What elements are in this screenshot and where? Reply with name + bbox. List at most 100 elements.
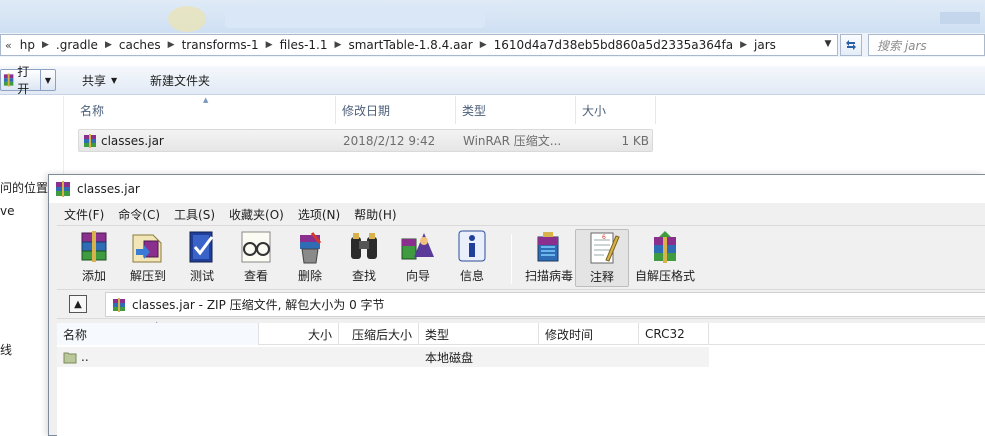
new-folder-label: 新建文件夹 bbox=[150, 73, 211, 88]
breadcrumb-jars[interactable]: jars bbox=[750, 38, 780, 52]
menu-options[interactable]: 选项(N) bbox=[291, 206, 347, 223]
overflow-chevron-icon[interactable]: « bbox=[3, 39, 16, 52]
column-header-crc32[interactable]: CRC32 bbox=[639, 323, 709, 345]
winrar-title-bar[interactable]: classes.jar bbox=[49, 175, 985, 203]
share-label: 共享 bbox=[82, 73, 107, 88]
test-label: 测试 bbox=[189, 269, 214, 283]
delete-icon bbox=[300, 232, 322, 264]
file-list-header: 名称 修改日期 类型 大小 bbox=[64, 96, 664, 124]
open-button[interactable]: 打开 ▼ bbox=[0, 65, 56, 96]
share-button[interactable]: 共享 ▼ bbox=[82, 69, 117, 91]
column-header-type[interactable]: 类型 bbox=[456, 96, 576, 124]
breadcrumb-separator-icon[interactable]: ▶ bbox=[737, 40, 750, 50]
add-archive-icon bbox=[81, 231, 107, 262]
svg-text:6: 6 bbox=[602, 234, 606, 241]
extract-to-button[interactable]: 解压到 bbox=[121, 229, 175, 287]
up-folder-button[interactable]: ▲ bbox=[69, 295, 87, 313]
wizard-button[interactable]: 向导 bbox=[391, 229, 445, 287]
sfx-icon bbox=[654, 231, 676, 263]
comment-button[interactable]: 6 注释 bbox=[575, 229, 629, 287]
breadcrumb-caches[interactable]: caches bbox=[115, 38, 165, 52]
menu-favorites[interactable]: 收藏夹(O) bbox=[222, 206, 291, 223]
breadcrumb-files[interactable]: files-1.1 bbox=[276, 38, 332, 52]
breadcrumb-transforms[interactable]: transforms-1 bbox=[178, 38, 263, 52]
menu-bar: 文件(F) 命令(C) 工具(S) 收藏夹(O) 选项(N) 帮助(H) bbox=[57, 204, 985, 225]
row-name: .. bbox=[81, 350, 89, 364]
nav-item-network[interactable]: 线 bbox=[0, 341, 12, 358]
wizard-icon bbox=[401, 233, 434, 260]
delete-label: 删除 bbox=[297, 269, 322, 283]
test-button[interactable]: 测试 bbox=[175, 229, 229, 287]
glasses-icon bbox=[241, 231, 271, 263]
add-button[interactable]: 添加 bbox=[67, 229, 121, 287]
address-bar[interactable]: « hp ▶ .gradle ▶ caches ▶ transforms-1 ▶… bbox=[0, 34, 838, 56]
find-button[interactable]: 查找 bbox=[337, 229, 391, 287]
file-size: 1 KB bbox=[621, 133, 649, 148]
sfx-button[interactable]: 自解压格式 bbox=[633, 229, 697, 287]
scan-virus-button[interactable]: 扫描病毒 bbox=[517, 229, 581, 287]
refresh-button[interactable] bbox=[840, 34, 862, 56]
winrar-icon bbox=[56, 181, 70, 197]
info-label: 信息 bbox=[459, 269, 484, 283]
breadcrumb-separator-icon[interactable]: ▶ bbox=[165, 40, 178, 50]
delete-button[interactable]: 删除 bbox=[283, 229, 337, 287]
column-header-type[interactable]: 类型 bbox=[419, 323, 539, 345]
breadcrumb-separator-icon[interactable]: ▶ bbox=[332, 40, 345, 50]
menu-tools[interactable]: 工具(S) bbox=[167, 206, 222, 223]
row-type: 本地磁盘 bbox=[425, 350, 474, 365]
archive-file-list: ▲ 名称 大小 压缩后大小 类型 修改时间 CRC32 .. 本地磁盘 bbox=[57, 320, 985, 436]
info-button[interactable]: 信息 bbox=[445, 229, 499, 287]
breadcrumb-separator-icon[interactable]: ▶ bbox=[263, 40, 276, 50]
binoculars-icon bbox=[351, 233, 377, 259]
breadcrumb-separator-icon[interactable]: ▶ bbox=[39, 40, 52, 50]
path-bar: ▲ classes.jar - ZIP 压缩文件, 解包大小为 0 字节 bbox=[57, 289, 985, 319]
nav-item-recent-places[interactable]: 问的位置 bbox=[0, 179, 48, 196]
column-header-packed-size[interactable]: 压缩后大小 bbox=[339, 323, 419, 345]
column-header-modified[interactable]: 修改时间 bbox=[539, 323, 639, 345]
new-folder-button[interactable]: 新建文件夹 bbox=[150, 69, 210, 91]
breadcrumb-separator-icon[interactable]: ▶ bbox=[102, 40, 115, 50]
file-row[interactable]: classes.jar 2018/2/12 9:42 WinRAR 压缩文...… bbox=[78, 129, 653, 152]
search-input[interactable]: 搜索 jars bbox=[868, 34, 985, 56]
address-dropdown-icon[interactable]: ▼ bbox=[820, 35, 836, 53]
title-bar bbox=[0, 0, 985, 33]
nav-item-drive[interactable]: ve bbox=[0, 204, 14, 218]
row-rest-bg bbox=[257, 347, 709, 367]
column-header-size[interactable]: 大小 bbox=[576, 96, 656, 124]
winrar-icon bbox=[3, 73, 14, 87]
up-arrow-icon: ▲ bbox=[74, 298, 82, 310]
archive-list-header: ▲ 名称 大小 压缩后大小 类型 修改时间 CRC32 bbox=[57, 320, 985, 345]
menu-commands[interactable]: 命令(C) bbox=[111, 206, 167, 223]
winrar-toolbar: 添加 解压到 测试 查看 删除 查找 向导 信息 扫描病毒 6 注释 自解压格式 bbox=[57, 225, 985, 289]
toolbar-separator bbox=[511, 234, 512, 284]
column-header-size[interactable]: 大小 bbox=[259, 323, 339, 345]
menu-file[interactable]: 文件(F) bbox=[57, 206, 111, 223]
wizard-label: 向导 bbox=[405, 269, 430, 283]
column-header-name[interactable]: 名称 bbox=[74, 96, 336, 124]
breadcrumb-hash[interactable]: 1610d4a7d38eb5bd860a5d2335a364fa bbox=[490, 38, 737, 52]
window-title: classes.jar bbox=[77, 182, 140, 196]
breadcrumb-separator-icon[interactable]: ▶ bbox=[477, 40, 490, 50]
archive-path-field[interactable]: classes.jar - ZIP 压缩文件, 解包大小为 0 字节 bbox=[105, 292, 985, 317]
winrar-archive-icon bbox=[84, 133, 96, 148]
breadcrumb-gradle[interactable]: .gradle bbox=[52, 38, 102, 52]
file-name-cell: classes.jar bbox=[83, 130, 164, 151]
scan-virus-label: 扫描病毒 bbox=[524, 269, 573, 283]
menu-help[interactable]: 帮助(H) bbox=[347, 206, 403, 223]
column-header-name[interactable]: 名称 bbox=[57, 323, 259, 345]
chevron-down-icon: ▼ bbox=[111, 75, 118, 85]
column-header-modified[interactable]: 修改日期 bbox=[336, 96, 456, 124]
breadcrumb-hp[interactable]: hp bbox=[16, 38, 39, 52]
test-icon bbox=[189, 231, 214, 263]
breadcrumb-smarttable[interactable]: smartTable-1.8.4.aar bbox=[344, 38, 476, 52]
sfx-label: 自解压格式 bbox=[634, 269, 695, 283]
blurred-title-right bbox=[940, 12, 980, 24]
view-button[interactable]: 查看 bbox=[229, 229, 283, 287]
table-row[interactable]: .. 本地磁盘 bbox=[57, 347, 709, 367]
extract-icon bbox=[132, 234, 162, 263]
file-modified: 2018/2/12 9:42 bbox=[343, 133, 436, 148]
open-dropdown-icon[interactable]: ▼ bbox=[39, 70, 55, 90]
comment-icon: 6 bbox=[590, 232, 620, 264]
blurred-title-text bbox=[225, 8, 485, 28]
scan-virus-icon bbox=[537, 232, 559, 262]
